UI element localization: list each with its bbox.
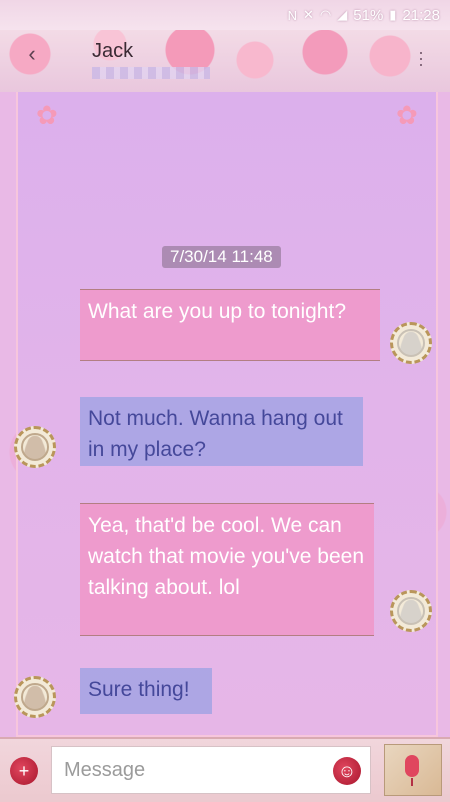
received-message-bubble[interactable]: Sure thing! <box>80 668 212 714</box>
contact-name[interactable]: Jack <box>92 40 133 63</box>
sent-message-bubble[interactable]: What are you up to tonight? <box>80 289 380 361</box>
message-input[interactable]: Message <box>51 746 371 794</box>
battery-percent: 51% <box>353 6 384 24</box>
contact-number-redacted <box>92 67 210 79</box>
wifi-icon: ◠ <box>319 7 332 22</box>
my-avatar-icon[interactable] <box>390 322 432 364</box>
my-avatar-icon[interactable] <box>390 590 432 632</box>
clock: 21:28 <box>402 6 440 24</box>
received-message-bubble[interactable]: Not much. Wanna hang out in my place? <box>80 397 363 466</box>
voice-input-button[interactable] <box>384 744 442 796</box>
star-decoration-icon: ✿ <box>396 100 418 130</box>
add-attachment-icon[interactable]: + <box>10 757 38 785</box>
message-timestamp: 7/30/14 11:48 <box>162 246 281 268</box>
contact-avatar-icon[interactable] <box>14 676 56 718</box>
sent-message-bubble[interactable]: Yea, that'd be cool. We can watch that m… <box>80 503 374 636</box>
signal-icon: ◢ <box>337 7 348 22</box>
microphone-icon <box>405 755 419 777</box>
status-bar: N ✕ ◠ ◢ 51% ▮ 21:28 <box>0 0 450 30</box>
compose-bar: + Message ☺ <box>0 737 450 802</box>
contact-avatar-icon[interactable] <box>14 426 56 468</box>
nfc-icon: N <box>287 7 298 23</box>
emoji-icon[interactable]: ☺ <box>333 757 361 785</box>
battery-icon: ▮ <box>389 7 397 22</box>
overflow-menu-icon[interactable]: ⋯ <box>410 50 432 66</box>
back-arrow-icon[interactable]: ‹ <box>20 42 44 66</box>
star-decoration-icon: ✿ <box>36 100 58 130</box>
mute-icon: ✕ <box>303 7 314 22</box>
conversation-header <box>0 30 450 92</box>
